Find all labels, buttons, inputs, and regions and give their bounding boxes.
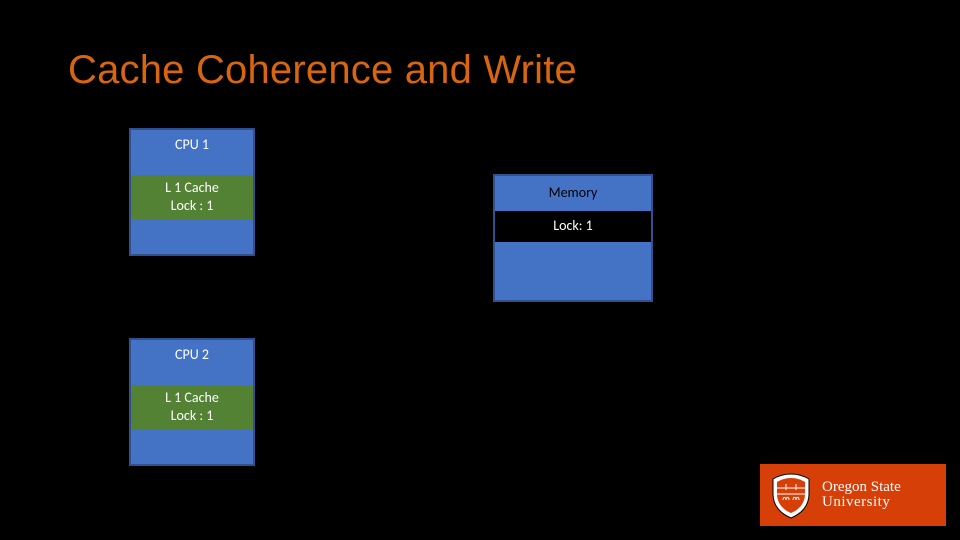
- shield-icon: [766, 470, 816, 520]
- cpu2-cache-line1: L 1 Cache: [131, 389, 253, 407]
- cpu1-caption: Acquire Lock xchg(lock, 1): [22, 158, 94, 194]
- osu-logo: Oregon State University: [760, 464, 946, 526]
- memory-value: Lock: 1: [495, 211, 651, 242]
- cpu2-caption-line3: xchg(lock, 1): [22, 406, 93, 424]
- cpu2-caption-line1: Spinlock: [22, 370, 93, 388]
- memory-box: Memory Lock: 1: [493, 174, 653, 302]
- cpu1-label: CPU 1: [131, 130, 253, 161]
- cpu1-cache-line1: L 1 Cache: [131, 179, 253, 197]
- cpu2-cache-line2: Lock : 1: [131, 407, 253, 425]
- osu-logo-line1: Oregon State: [822, 480, 901, 495]
- cpu1-box: CPU 1 L 1 Cache Lock : 1: [129, 128, 255, 256]
- cpu1-caption-line2: xchg(lock, 1): [22, 176, 94, 194]
- osu-logo-text: Oregon State University: [822, 480, 901, 511]
- cpu2-label: CPU 2: [131, 340, 253, 371]
- cpu1-cache: L 1 Cache Lock : 1: [131, 175, 253, 220]
- memory-label: Memory: [495, 176, 651, 211]
- osu-logo-line2: University: [822, 495, 901, 510]
- slide-title: Cache Coherence and Write: [68, 48, 577, 93]
- cpu2-caption-line2: Waiting. .: [22, 388, 93, 406]
- cpu1-cache-line2: Lock : 1: [131, 197, 253, 215]
- cpu2-caption: Spinlock Waiting. . xchg(lock, 1): [22, 370, 93, 425]
- cpu2-cache: L 1 Cache Lock : 1: [131, 385, 253, 430]
- cpu2-box: CPU 2 L 1 Cache Lock : 1: [129, 338, 255, 466]
- cpu1-caption-line1: Acquire Lock: [22, 158, 94, 176]
